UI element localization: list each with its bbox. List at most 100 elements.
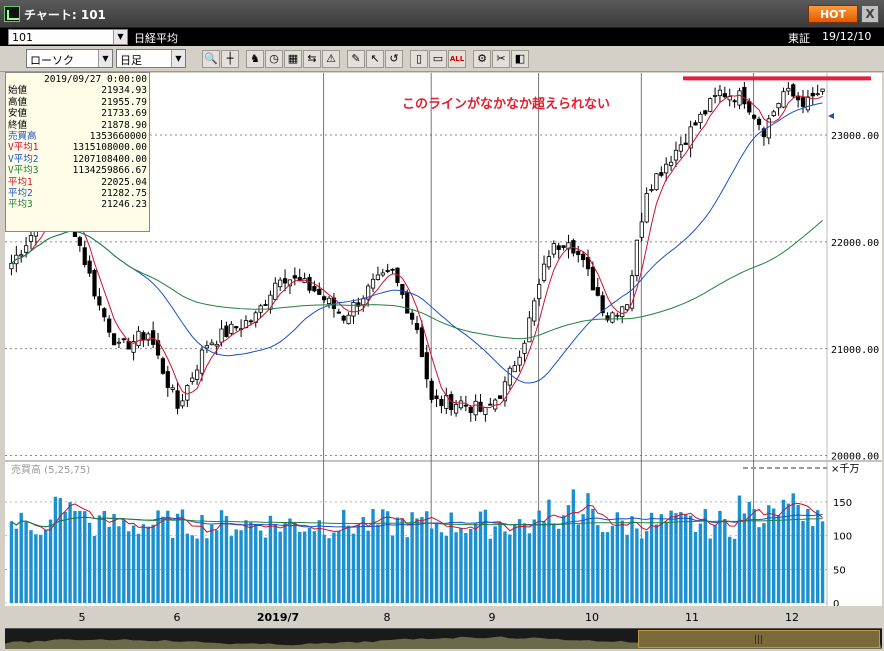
candle-body (419, 327, 424, 357)
candle-body (23, 245, 29, 253)
volume-bar (307, 527, 312, 603)
candle-body (747, 101, 752, 113)
ohlc-label: 平均3 (8, 199, 33, 211)
volume-bar (493, 526, 497, 603)
volume-bar (332, 532, 336, 603)
candle-body (116, 341, 122, 344)
candle-body (727, 96, 732, 101)
zoom-icon[interactable]: 🔍 (202, 50, 220, 68)
ohlc-value: 21246.23 (101, 199, 147, 211)
volume-bar (522, 523, 527, 603)
x-axis-label: 12 (785, 611, 799, 624)
volume-bar (581, 514, 585, 603)
alert-icon[interactable]: ⚠ (322, 50, 340, 68)
ohlc-value: 21955.79 (101, 96, 147, 108)
chart-type-select[interactable]: ローソク ▼ (26, 49, 113, 68)
navigator-range-handle[interactable]: ||| (638, 630, 880, 648)
candle-body (752, 114, 757, 119)
candle-body (336, 311, 341, 314)
time-navigator[interactable]: ||| (5, 628, 882, 649)
candle-body (541, 263, 547, 281)
settings-icon[interactable]: ⚙ (473, 50, 491, 68)
volume-bar (288, 518, 292, 603)
volume-bar (68, 502, 72, 603)
crosshair-icon[interactable]: ┼ (221, 50, 239, 68)
volume-bar (723, 519, 727, 603)
ohlc-value: 1134259866.67 (72, 165, 147, 177)
candle-body (585, 257, 591, 270)
candle-narrow-icon[interactable]: ▯ (410, 50, 428, 68)
candle-body (429, 380, 434, 400)
chevron-down-icon[interactable]: ▼ (98, 50, 112, 67)
ohlc-value: 21934.93 (101, 85, 147, 97)
volume-bar (605, 532, 610, 603)
undo-icon[interactable]: ↺ (385, 50, 403, 68)
volume-bar (527, 533, 532, 603)
candle-body (370, 278, 376, 289)
ohlc-row: 高値 21955.79 (8, 97, 147, 108)
candle-body (151, 330, 156, 345)
chart-app-icon (4, 6, 20, 22)
ohlc-label: 平均2 (8, 187, 33, 199)
compare-icon[interactable]: ⇆ (303, 50, 321, 68)
symbol-input[interactable]: 101 ▼ (8, 29, 128, 45)
volume-bar (180, 509, 185, 603)
volume-bar (175, 513, 180, 603)
volume-bar (376, 524, 380, 603)
candle-body (326, 297, 332, 304)
candle-body (517, 356, 522, 366)
candle-body (590, 266, 596, 291)
volume-bar (713, 525, 717, 603)
candle-body (634, 239, 639, 276)
volume-bar (224, 516, 229, 603)
volume-bar (576, 524, 580, 603)
window-title: チャート: 101 (24, 8, 106, 22)
volume-bar (361, 517, 365, 603)
chevron-down-icon[interactable]: ▼ (113, 30, 127, 44)
color-icon[interactable]: ◧ (511, 50, 529, 68)
candle-body (805, 96, 811, 111)
volume-bar (43, 529, 48, 603)
draw-pen-icon[interactable]: ✎ (347, 50, 365, 68)
candle-body (28, 235, 34, 242)
bull-icon[interactable]: ♞ (246, 50, 264, 68)
volume-bar (254, 524, 258, 603)
exchange-label: 東証 (788, 32, 810, 45)
ohlc-row: 安値 21733.69 (8, 108, 147, 119)
candle-body (234, 326, 239, 329)
candle-body (361, 298, 366, 306)
volume-bar (136, 533, 141, 603)
candle-body (195, 369, 200, 380)
volume-bar (630, 516, 634, 603)
grid-icon[interactable]: ▦ (284, 50, 302, 68)
volume-bar (327, 538, 331, 603)
volume-bar (459, 528, 463, 603)
chevron-down-icon[interactable]: ▼ (171, 50, 185, 67)
hot-button[interactable]: HOT (808, 5, 858, 23)
pointer-icon[interactable]: ↖ (366, 50, 384, 68)
volume-bar (14, 528, 19, 603)
volume-bar (728, 536, 732, 603)
tool-icon[interactable]: ✂ (492, 50, 510, 68)
clock-icon[interactable]: ◷ (265, 50, 283, 68)
candle-body (497, 395, 503, 399)
close-button[interactable]: X (861, 5, 879, 23)
volume-bar (293, 522, 297, 603)
period-select[interactable]: 日足 ▼ (116, 49, 186, 68)
volume-bar (9, 521, 14, 603)
volume-bar (635, 528, 639, 603)
candle-body (556, 245, 561, 250)
candle-body (654, 173, 659, 191)
candle-body (92, 269, 97, 297)
all-icon[interactable]: ALL (448, 50, 466, 68)
candle-wide-icon[interactable]: ▭ (429, 50, 447, 68)
candle-body (375, 274, 381, 281)
ohlc-date: 2019/09/27 0:00:00 (44, 74, 147, 85)
volume-bar (806, 508, 810, 603)
candle-body (737, 90, 742, 106)
candle-body (160, 358, 166, 374)
volume-bar (195, 538, 199, 603)
candle-body (620, 306, 625, 317)
symbol-bar (0, 28, 884, 46)
candle-body (639, 221, 644, 238)
